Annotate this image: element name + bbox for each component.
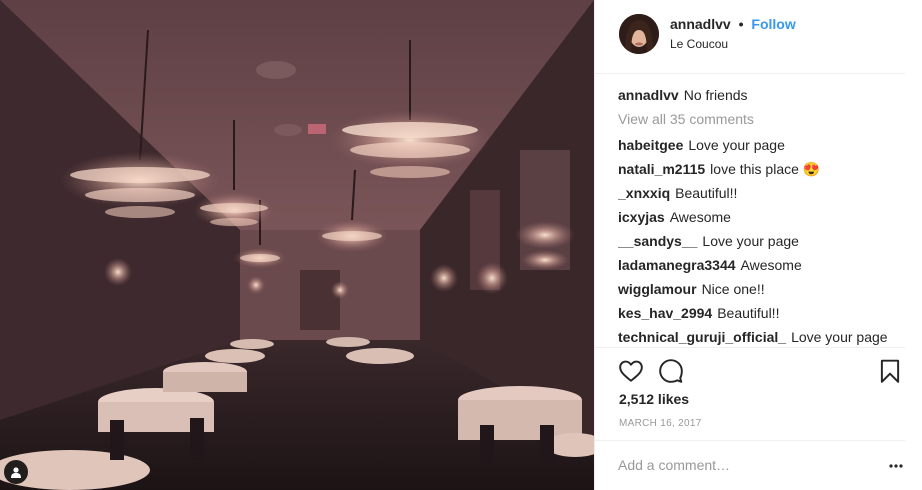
comment-item: _xnxxiq Beautiful!! — [618, 183, 908, 207]
comments-list[interactable]: annadlvv No friends View all 35 comments … — [618, 85, 908, 347]
comment-text: Awesome — [740, 257, 802, 273]
post-header: annadlvv • Follow Le Coucou — [595, 0, 905, 74]
post-photo[interactable] — [0, 0, 594, 490]
comment-text: Love your page — [791, 329, 888, 345]
like-heart-icon[interactable] — [618, 358, 644, 384]
header-user-line: annadlvv • Follow — [670, 16, 796, 32]
person-tag-icon — [11, 467, 21, 478]
comment-input[interactable] — [618, 455, 858, 475]
separator-dot: • — [738, 16, 744, 32]
view-all-comments-link[interactable]: View all 35 comments — [618, 109, 908, 135]
profile-photo — [619, 14, 659, 54]
comment-item: habeitgee Love your page — [618, 135, 908, 159]
follow-button[interactable]: Follow — [751, 16, 795, 32]
comment-username[interactable]: ladamanegra3344 — [618, 257, 736, 273]
comment-text: love this place 😍 — [710, 161, 821, 177]
comment-username[interactable]: __sandys__ — [618, 233, 697, 249]
comment-text: Nice one!! — [701, 281, 765, 297]
comment-text: Love your page — [702, 233, 799, 249]
comment-item: wigglamour Nice one!! — [618, 279, 908, 303]
location-link[interactable]: Le Coucou — [670, 37, 728, 51]
comment-username[interactable]: kes_hav_2994 — [618, 305, 712, 321]
post-sidebar: annadlvv • Follow Le Coucou annadlvv No f… — [594, 0, 922, 490]
comment-item: kes_hav_2994 Beautiful!! — [618, 303, 908, 327]
comment-item: natali_m2115 love this place 😍 — [618, 159, 908, 183]
comment-item: icxyjas Awesome — [618, 207, 908, 231]
tagged-people-button[interactable] — [4, 460, 28, 484]
caption: annadlvv No friends — [618, 85, 908, 109]
comment-username[interactable]: habeitgee — [618, 137, 683, 153]
more-options-icon[interactable] — [889, 463, 903, 469]
header-username[interactable]: annadlvv — [670, 16, 731, 32]
comment-bubble-icon[interactable] — [658, 358, 684, 384]
likes-count[interactable]: 2,512 likes — [619, 391, 689, 407]
avatar[interactable] — [619, 14, 659, 54]
restaurant-interior-image — [0, 0, 594, 490]
comment-username[interactable]: _xnxxiq — [618, 185, 670, 201]
comment-item: technical_guruji_official_ Love your page — [618, 327, 908, 347]
comment-text: Awesome — [669, 209, 731, 225]
comment-text: Beautiful!! — [675, 185, 738, 201]
comment-item: ladamanegra3344 Awesome — [618, 255, 908, 279]
caption-username[interactable]: annadlvv — [618, 87, 679, 103]
comment-text: Beautiful!! — [717, 305, 780, 321]
post-date: MARCH 16, 2017 — [619, 418, 702, 429]
instagram-post: annadlvv • Follow Le Coucou annadlvv No f… — [0, 0, 922, 490]
comment-username[interactable]: natali_m2115 — [618, 161, 705, 177]
save-bookmark-icon[interactable] — [877, 358, 903, 384]
add-comment-bar — [595, 440, 905, 490]
comment-item: __sandys__ Love your page — [618, 231, 908, 255]
caption-text: No friends — [683, 87, 748, 103]
comment-username[interactable]: wigglamour — [618, 281, 697, 297]
comment-text: Love your page — [688, 137, 785, 153]
action-bar — [595, 347, 905, 391]
comment-username[interactable]: technical_guruji_official_ — [618, 329, 786, 345]
comment-username[interactable]: icxyjas — [618, 209, 665, 225]
